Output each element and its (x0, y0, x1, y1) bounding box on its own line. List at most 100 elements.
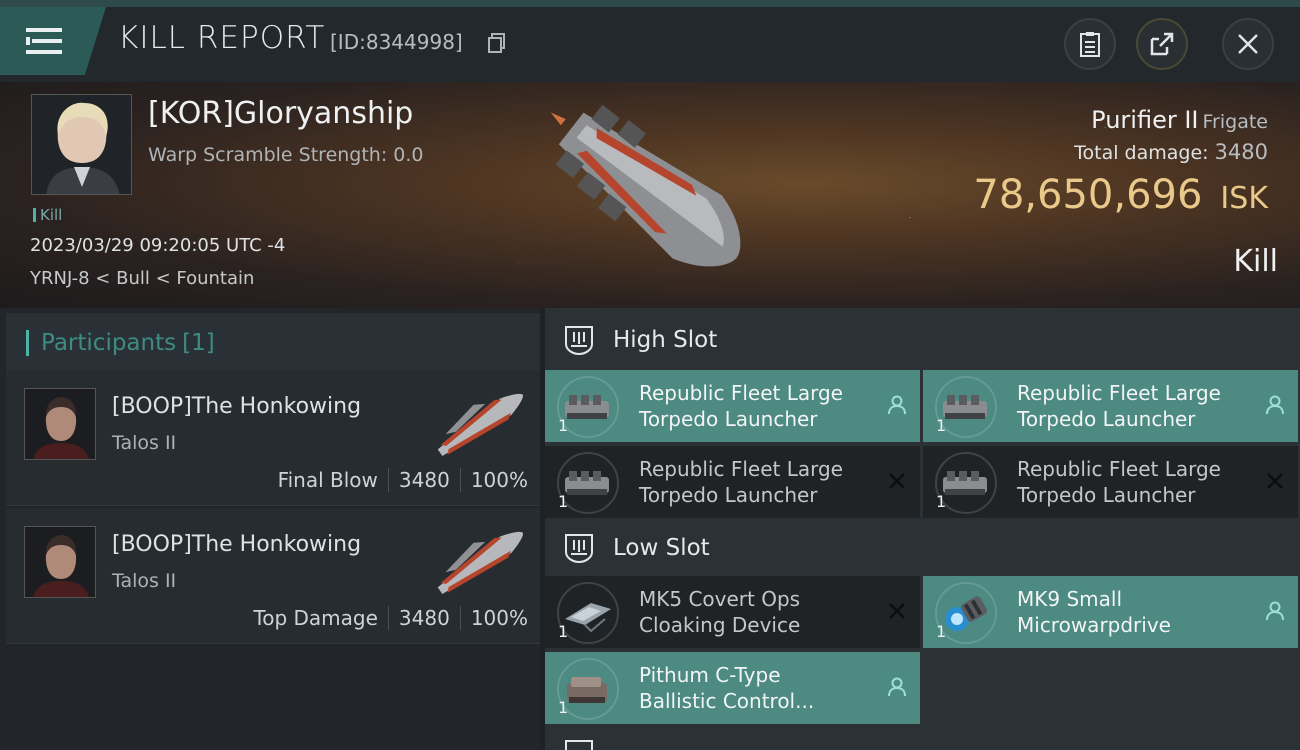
participant-ship-image (437, 531, 524, 594)
pilot-icon (886, 676, 908, 698)
close-button[interactable] (1222, 18, 1274, 70)
participants-panel: Participants [1] [BOOP]The Honkowing Tal… (0, 308, 540, 750)
warp-scramble-strength: Warp Scramble Strength: 0.0 (148, 144, 424, 166)
fitting-panel: High Slot 1 Republic Fleet Large Torpedo… (545, 308, 1300, 750)
participants-count: [1] (182, 330, 215, 356)
page-title: KILL REPORT (118, 20, 326, 56)
menu-button[interactable] (0, 7, 106, 75)
module-slot[interactable]: 1 MK9 Small Microwarpdrive (923, 576, 1298, 648)
module-name-line1: Pithum C-Type (639, 663, 781, 687)
pilot-icon (1264, 394, 1286, 416)
participants-header[interactable]: Participants [1] (6, 313, 540, 373)
module-quantity: 1 (558, 492, 569, 511)
close-icon (1238, 34, 1258, 54)
participant-name: [BOOP]The Honkowing (112, 532, 362, 557)
kill-tag: Kill (33, 206, 62, 224)
participant-ship-image (437, 393, 524, 456)
kill-result: Kill (1233, 244, 1278, 279)
high-slot-header: High Slot (545, 310, 1300, 370)
victim-name[interactable]: [KOR]Gloryanship (148, 96, 413, 131)
share-button[interactable] (1136, 18, 1188, 70)
participants-accent-bar (26, 330, 29, 356)
module-name-line2: Torpedo Launcher (639, 483, 818, 507)
participants-title: Participants (41, 330, 177, 356)
report-id: [ID:8344998] (330, 30, 463, 54)
participant-damage: 3480 (398, 606, 450, 630)
participant-avatar (24, 388, 96, 460)
module-name-line1: Republic Fleet Large (639, 457, 843, 481)
total-damage-label: Total damage: (1074, 142, 1209, 164)
module-slot[interactable]: 1 MK5 Covert Ops Cloaking Device (545, 576, 920, 648)
kill-tag-bar (33, 208, 36, 222)
total-damage-value: 3480 (1214, 140, 1268, 164)
participant-stats: Top Damage 3480 100% (253, 606, 528, 630)
module-name: MK9 Small Microwarpdrive (1017, 586, 1257, 638)
module-name-line2: Ballistic Control... (639, 689, 815, 713)
victim-avatar[interactable] (31, 94, 132, 195)
module-quantity: 1 (558, 416, 569, 435)
module-slot[interactable]: 1 Republic Fleet Large Torpedo Launcher (545, 446, 920, 518)
victim-ship-class: Frigate (1202, 111, 1268, 133)
kill-tag-label: Kill (40, 206, 63, 224)
clipboard-button[interactable] (1064, 18, 1116, 70)
top-bar: KILL REPORT [ID:8344998] (0, 0, 1300, 82)
module-name: Republic Fleet Large Torpedo Launcher (639, 456, 879, 508)
participant-role: Final Blow (277, 468, 378, 492)
isk-value: 78,650,696 ISK (973, 172, 1268, 218)
high-slot-label: High Slot (613, 327, 718, 353)
participant-row[interactable]: [BOOP]The Honkowing Talos II Top Damage … (6, 508, 540, 644)
module-name-line2: Torpedo Launcher (1017, 483, 1196, 507)
module-slot[interactable]: 1 Pithum C-Type Ballistic Control... (545, 652, 920, 724)
participant-name: [BOOP]The Honkowing (112, 394, 362, 419)
high-slot-icon (565, 326, 593, 356)
low-slot-header: Low Slot (545, 518, 1300, 578)
participant-stats: Final Blow 3480 100% (278, 468, 528, 492)
copy-icon[interactable] (488, 33, 506, 53)
participant-damage: 3480 (398, 468, 450, 492)
module-quantity: 1 (936, 622, 947, 641)
module-name-line2: Microwarpdrive (1017, 613, 1171, 637)
participant-row[interactable]: [BOOP]The Honkowing Talos II Final Blow … (6, 370, 540, 506)
module-name: Republic Fleet Large Torpedo Launcher (639, 380, 879, 432)
module-quantity: 1 (936, 492, 947, 511)
module-name: Republic Fleet Large Torpedo Launcher (1017, 380, 1257, 432)
total-damage: Total damage: 3480 (1074, 140, 1268, 164)
module-quantity: 1 (936, 416, 947, 435)
module-name-line1: MK9 Small (1017, 587, 1122, 611)
pilot-icon (886, 394, 908, 416)
isk-unit: ISK (1220, 181, 1268, 216)
victim-ship-name: Purifier II (1091, 106, 1199, 134)
victim-banner: [KOR]Gloryanship Warp Scramble Strength:… (0, 82, 1300, 308)
module-quantity: 1 (558, 698, 569, 717)
module-name-line2: Torpedo Launcher (639, 407, 818, 431)
destroyed-icon (886, 470, 908, 492)
victim-ship[interactable]: Purifier II Frigate (1091, 106, 1268, 134)
module-name: MK5 Covert Ops Cloaking Device (639, 586, 879, 638)
module-name-line2: Cloaking Device (639, 613, 801, 637)
kill-location[interactable]: YRNJ-8 < Bull < Fountain (30, 268, 254, 289)
kill-datetime: 2023/03/29 09:20:05 UTC -4 (30, 235, 286, 256)
participant-role: Top Damage (253, 606, 378, 630)
module-quantity: 1 (558, 622, 569, 641)
module-slot[interactable]: 1 Republic Fleet Large Torpedo Launcher (923, 370, 1298, 442)
module-name: Pithum C-Type Ballistic Control... (639, 662, 879, 714)
destroyed-icon (1264, 470, 1286, 492)
destroyed-icon (886, 600, 908, 622)
clipboard-icon (1080, 32, 1100, 57)
module-name: Republic Fleet Large Torpedo Launcher (1017, 456, 1257, 508)
participant-percent: 100% (470, 468, 528, 492)
module-name-line1: Republic Fleet Large (639, 381, 843, 405)
module-name-line1: Republic Fleet Large (1017, 381, 1221, 405)
pilot-icon (1264, 600, 1286, 622)
share-icon (1150, 32, 1174, 56)
stats-divider (459, 468, 461, 492)
stats-divider (459, 606, 461, 630)
top-accent-line (0, 0, 1300, 7)
module-name-line2: Torpedo Launcher (1017, 407, 1196, 431)
participant-ship: Talos II (112, 432, 177, 454)
module-slot[interactable]: 1 Republic Fleet Large Torpedo Launcher (923, 446, 1298, 518)
module-name-line1: Republic Fleet Large (1017, 457, 1221, 481)
module-name-line1: MK5 Covert Ops (639, 587, 801, 611)
module-slot[interactable]: 1 Republic Fleet Large Torpedo Launcher (545, 370, 920, 442)
low-slot-icon (565, 534, 593, 564)
